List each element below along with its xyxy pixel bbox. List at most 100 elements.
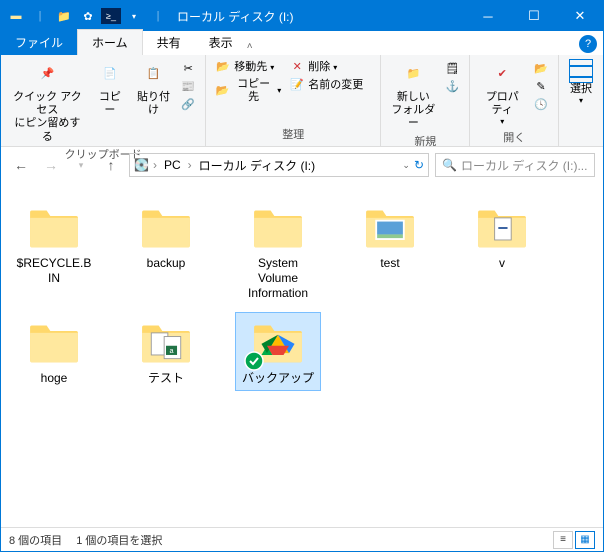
rename-label: 名前の変更: [308, 79, 363, 92]
file-item[interactable]: hoge: [11, 312, 97, 391]
copy-button[interactable]: 📄 コピー: [90, 57, 130, 119]
newitem-button[interactable]: 🗒: [441, 61, 463, 79]
copy-label: コピー: [94, 91, 126, 117]
statusbar: 8 個の項目 1 個の項目を選択 ≡ ▦: [1, 527, 603, 551]
file-item[interactable]: test: [347, 197, 433, 306]
pasteshortcut-icon: 🔗: [180, 98, 196, 114]
help-icon[interactable]: ?: [579, 35, 597, 53]
tab-share[interactable]: 共有: [143, 30, 195, 55]
pin-label: クイック アクセス にピン留めする: [11, 91, 84, 144]
close-button[interactable]: ✕: [557, 1, 603, 31]
folder-icon: [134, 202, 198, 254]
edit-icon: ✎: [533, 80, 549, 96]
qat-settings-icon[interactable]: ✿: [77, 5, 99, 27]
folder-icon: [246, 202, 310, 254]
paste-icon: 📋: [138, 59, 170, 91]
drive-icon: 💽: [134, 158, 149, 172]
rename-icon: 📝: [289, 78, 305, 94]
view-icons-button[interactable]: ▦: [575, 531, 595, 549]
pin-quickaccess-button[interactable]: 📌 クイック アクセス にピン留めする: [7, 57, 88, 146]
file-name: hoge: [41, 371, 68, 386]
moveto-icon: 📂: [215, 60, 231, 76]
delete-button[interactable]: ✕削除▾: [286, 59, 374, 77]
nav-up-button[interactable]: ↑: [99, 153, 123, 177]
status-count: 8 個の項目: [9, 532, 62, 548]
edit-button[interactable]: ✎: [530, 79, 552, 97]
file-list[interactable]: $RECYCLE.BIN backup System Volume Informat…: [1, 183, 603, 527]
select-icon: [569, 59, 593, 83]
select-button[interactable]: 選択 ▾: [565, 57, 597, 108]
delete-label: 削除: [308, 61, 330, 74]
window-title: ローカル ディスク (I:): [169, 8, 465, 25]
history-icon: 🕓: [533, 98, 549, 114]
cut-button[interactable]: ✂: [177, 61, 199, 79]
file-name: バックアップ: [242, 371, 314, 386]
minimize-button[interactable]: ─: [465, 1, 511, 31]
easyaccess-button[interactable]: ⚓: [441, 79, 463, 97]
folder-icon: [358, 202, 422, 254]
select-label: 選択: [570, 83, 592, 96]
qat-sep: |: [29, 5, 51, 27]
history-button[interactable]: 🕓: [530, 97, 552, 115]
file-item[interactable]: aテスト: [123, 312, 209, 391]
cut-icon: ✂: [180, 62, 196, 78]
moveto-button[interactable]: 📂移動先▾: [212, 59, 284, 77]
folder-icon: [470, 202, 534, 254]
search-icon: 🔍: [442, 158, 457, 172]
newitem-icon: 🗒: [444, 62, 460, 78]
newfolder-icon: 📁: [397, 59, 429, 91]
group-open-label: 開く: [503, 129, 525, 147]
crumb-drive[interactable]: ローカル ディスク (I:): [196, 157, 319, 174]
address-dropdown-icon[interactable]: ⌄: [402, 160, 410, 171]
tab-home[interactable]: ホーム: [77, 29, 143, 55]
refresh-icon[interactable]: ↻: [414, 158, 424, 172]
open-icon: 📂: [533, 62, 549, 78]
qat-dropdown-icon[interactable]: ▾: [123, 5, 145, 27]
qat-explorer-icon[interactable]: ▬: [5, 5, 27, 27]
easyaccess-icon: ⚓: [444, 80, 460, 96]
folder-icon: a: [134, 317, 198, 369]
address-bar: ← → ▾ ↑ 💽 › PC › ローカル ディスク (I:) ⌄ ↻ 🔍 ロー…: [1, 147, 603, 183]
file-item[interactable]: バックアップ: [235, 312, 321, 391]
open-button[interactable]: 📂: [530, 61, 552, 79]
maximize-button[interactable]: ☐: [511, 1, 557, 31]
nav-forward-button[interactable]: →: [39, 153, 63, 177]
group-select-label: [579, 130, 582, 144]
qat-folder-icon[interactable]: 📁: [53, 5, 75, 27]
status-selected: 1 個の項目を選択: [76, 532, 162, 548]
moveto-label: 移動先: [234, 61, 267, 74]
paste-button[interactable]: 📋 貼り付け: [132, 57, 175, 119]
file-item[interactable]: v: [459, 197, 545, 306]
file-item[interactable]: $RECYCLE.BIN: [11, 197, 97, 306]
crumb-pc[interactable]: PC: [161, 158, 184, 172]
chevron-right-icon: ›: [153, 158, 157, 172]
copy-icon: 📄: [94, 59, 126, 91]
ribbon: 📌 クイック アクセス にピン留めする 📄 コピー 📋 貼り付け ✂ 📰 🔗: [1, 55, 603, 147]
group-organize-label: 整理: [282, 126, 304, 144]
copyto-button[interactable]: 📂コピー先▾: [212, 77, 284, 105]
copyto-label: コピー先: [233, 78, 274, 104]
ribbon-collapse-icon[interactable]: ˄: [247, 41, 253, 55]
search-input[interactable]: 🔍 ローカル ディスク (I:)...: [435, 153, 595, 177]
tab-view[interactable]: 表示: [195, 30, 247, 55]
paste-label: 貼り付け: [136, 91, 171, 117]
folder-icon: [22, 317, 86, 369]
file-item[interactable]: System Volume Information: [235, 197, 321, 306]
rename-button[interactable]: 📝名前の変更: [286, 77, 374, 95]
newfolder-button[interactable]: 📁 新しい フォルダー: [387, 57, 439, 133]
properties-icon: ✔: [486, 59, 518, 91]
tab-file[interactable]: ファイル: [1, 30, 77, 55]
copypath-button[interactable]: 📰: [177, 79, 199, 97]
file-item[interactable]: backup: [123, 197, 209, 306]
properties-button[interactable]: ✔ プロパティ ▾: [476, 57, 528, 129]
chevron-right-icon: ›: [188, 158, 192, 172]
address-input[interactable]: 💽 › PC › ローカル ディスク (I:) ⌄ ↻: [129, 153, 429, 177]
nav-back-button[interactable]: ←: [9, 153, 33, 177]
qat-powershell-icon[interactable]: ≥_: [101, 8, 121, 24]
qat-sep2: |: [147, 5, 169, 27]
nav-history-dropdown[interactable]: ▾: [69, 153, 93, 177]
file-name: System Volume Information: [240, 256, 316, 301]
pin-icon: 📌: [31, 59, 63, 91]
view-details-button[interactable]: ≡: [553, 531, 573, 549]
pasteshortcut-button[interactable]: 🔗: [177, 97, 199, 115]
